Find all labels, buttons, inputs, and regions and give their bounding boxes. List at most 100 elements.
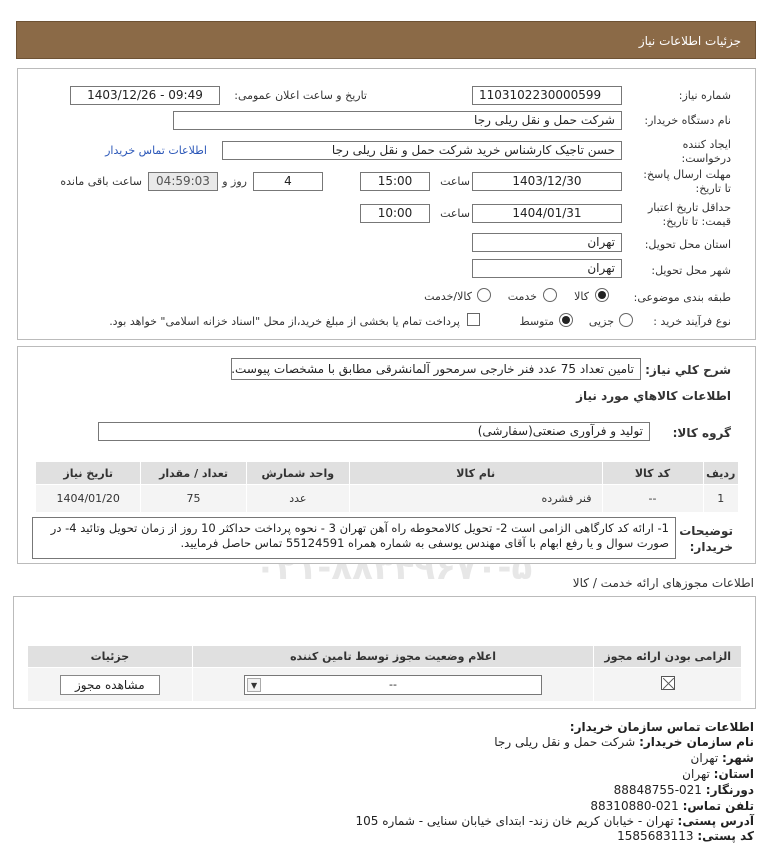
items-table: ردیف کد کالا نام کالا واحد شمارش تعداد /… [34, 461, 740, 513]
days-label: روز و [222, 175, 247, 188]
treasury-payment-checkbox[interactable] [467, 313, 480, 326]
announce-date-label: تاریخ و ساعت اعلان عمومی: [234, 89, 367, 102]
category-goods-radio[interactable] [595, 288, 609, 302]
licenses-title: اطلاعات مجوزهای ارائه خدمت / کالا [572, 576, 754, 590]
col-row: ردیف [702, 461, 740, 485]
contact-address-label: آدرس پستی: [677, 814, 754, 828]
price-validity-label-1: حداقل تاریخ اعتبار [647, 201, 731, 214]
cell-code: -- [601, 484, 704, 513]
contact-phone: تلفن تماس: 021-88310880 [590, 799, 754, 813]
contact-city-label: شهر: [722, 751, 754, 765]
buyer-contact-link[interactable]: اطلاعات تماس خریدار [105, 144, 207, 157]
process-minor-label: جزیی [588, 315, 614, 328]
announce-date-field: 1403/12/26 - 09:49 [70, 86, 220, 105]
license-status-select[interactable]: -- ▼ [244, 674, 543, 695]
contact-org-value: شرکت حمل و نقل ریلی رجا [494, 735, 636, 749]
process-minor-radio[interactable] [619, 313, 633, 327]
col-unit: واحد شمارش [245, 461, 350, 485]
view-license-button[interactable]: مشاهده مجوز [60, 674, 160, 695]
license-status-cell: -- ▼ [191, 667, 595, 702]
process-medium-radio[interactable] [559, 313, 573, 327]
city-field: تهران [472, 259, 622, 278]
category-mixed-label: کالا/خدمت [424, 290, 472, 303]
process-medium-label: متوسط [519, 315, 554, 328]
col-license-details: جزئیات [27, 645, 193, 668]
contact-address-value: تهران - خیابان کریم خان زند- ابتدای خیاب… [355, 814, 674, 828]
reply-deadline-label-1: مهلت ارسال پاسخ: [643, 168, 731, 181]
general-description-label: شرح کلي نياز: [645, 363, 731, 377]
contact-phone-label: تلفن تماس: [682, 799, 754, 813]
price-validity-label-2: قیمت: تا تاریخ: [662, 215, 731, 228]
contact-fax: دورنگار: 021-88848755 [614, 783, 754, 797]
items-table-header: ردیف کد کالا نام کالا واحد شمارش تعداد /… [34, 461, 740, 485]
contact-postal-value: 1585683113 [617, 829, 694, 843]
process-type-label: نوع فرآیند خرید : [653, 315, 731, 328]
goods-info-title: اطلاعات کالاهاي مورد نياز [576, 389, 731, 403]
goods-group-field: تولید و فرآوری صنعتی(سفارشی) [98, 422, 650, 441]
general-description-field: تامین تعداد 75 عدد فنر خارجی سرمحور آلما… [231, 358, 641, 380]
cell-date: 1404/01/20 [34, 484, 142, 513]
reply-hour-label: ساعت [440, 175, 470, 188]
contact-org-label: نام سازمان خریدار: [639, 735, 754, 749]
buyer-name-label: نام دستگاه خریدار: [644, 114, 731, 127]
col-qty: تعداد / مقدار [140, 461, 247, 485]
col-name: نام کالا [348, 461, 603, 485]
contact-phone-value: 021-88310880 [590, 799, 679, 813]
reply-deadline-label-2: تا تاریخ: [695, 182, 731, 195]
contact-address: آدرس پستی: تهران - خیابان کریم خان زند- … [355, 814, 754, 828]
need-number-field: 1103102230000599 [472, 86, 622, 105]
license-details-cell: مشاهده مجوز [27, 667, 193, 702]
cell-unit: عدد [245, 484, 350, 513]
contact-fax-value: 021-88848755 [613, 783, 702, 797]
chevron-down-icon: ▼ [247, 677, 262, 692]
buyer-notes-field: 1- ارائه کد کارگاهی الزامی است 2- تحویل … [32, 517, 676, 559]
province-label: استان محل تحویل: [644, 238, 731, 251]
reply-time-field: 15:00 [360, 172, 430, 191]
creator-label-1: ایجاد کننده [682, 138, 731, 151]
category-service-label: خدمت [507, 290, 537, 303]
price-hour-label: ساعت [440, 207, 470, 220]
reply-date-field: 1403/12/30 [472, 172, 622, 191]
contact-province-label: استان: [713, 767, 754, 781]
buyer-notes-label-1: توضیحات [679, 524, 733, 538]
col-license-required: الزامی بودن ارائه مجوز [593, 645, 742, 668]
contact-title: اطلاعات تماس سازمان خریدار: [569, 720, 754, 734]
treasury-payment-note: پرداخت تمام یا بخشی از مبلغ خرید،از محل … [109, 315, 460, 328]
col-code: کد کالا [601, 461, 704, 485]
cell-qty: 75 [140, 484, 247, 513]
license-required-cell [593, 667, 742, 702]
remaining-time-field: 04:59:03 [148, 172, 218, 191]
remaining-time-label: ساعت باقی مانده [60, 175, 142, 188]
category-label: طبقه بندی موضوعی: [633, 291, 731, 304]
contact-city-value: تهران [690, 751, 719, 765]
page-title: جزئیات اطلاعات نیاز [638, 34, 741, 48]
buyer-name-field: شرکت حمل و نقل ریلی رجا [173, 111, 622, 130]
contact-province: استان: تهران [682, 767, 754, 781]
table-row: -- ▼ مشاهده مجوز [27, 667, 742, 702]
contact-postal-label: کد پستی: [697, 829, 754, 843]
goods-group-label: گروه کالا: [672, 426, 731, 440]
contact-province-value: تهران [682, 767, 710, 781]
price-time-field: 10:00 [360, 204, 430, 223]
table-row: 1 -- فنر فشرده عدد 75 1404/01/20 [34, 484, 740, 513]
license-status-value: -- [389, 677, 397, 691]
province-field: تهران [472, 233, 622, 252]
licenses-table-header: الزامی بودن ارائه مجوز اعلام وضعیت مجوز … [27, 645, 742, 668]
city-label: شهر محل تحویل: [651, 264, 731, 277]
category-service-radio[interactable] [543, 288, 557, 302]
category-mixed-radio[interactable] [477, 288, 491, 302]
category-goods-label: کالا [574, 290, 589, 303]
page-header: جزئیات اطلاعات نیاز [16, 21, 756, 59]
col-date: تاریخ نیاز [34, 461, 142, 485]
buyer-notes-label-2: خریدار: [689, 540, 733, 554]
cell-name: فنر فشرده [348, 484, 603, 513]
creator-label-2: درخواست: [681, 152, 731, 165]
contact-postal: کد پستی: 1585683113 [617, 829, 754, 843]
need-number-label: شماره نیاز: [678, 89, 731, 102]
creator-field: حسن تاجیک کارشناس خرید شرکت حمل و نقل ری… [222, 141, 622, 160]
days-field: 4 [253, 172, 323, 191]
contact-org: نام سازمان خریدار: شرکت حمل و نقل ریلی ر… [494, 735, 754, 749]
licenses-table: الزامی بودن ارائه مجوز اعلام وضعیت مجوز … [27, 645, 742, 702]
contact-city: شهر: تهران [691, 751, 754, 765]
price-date-field: 1404/01/31 [472, 204, 622, 223]
